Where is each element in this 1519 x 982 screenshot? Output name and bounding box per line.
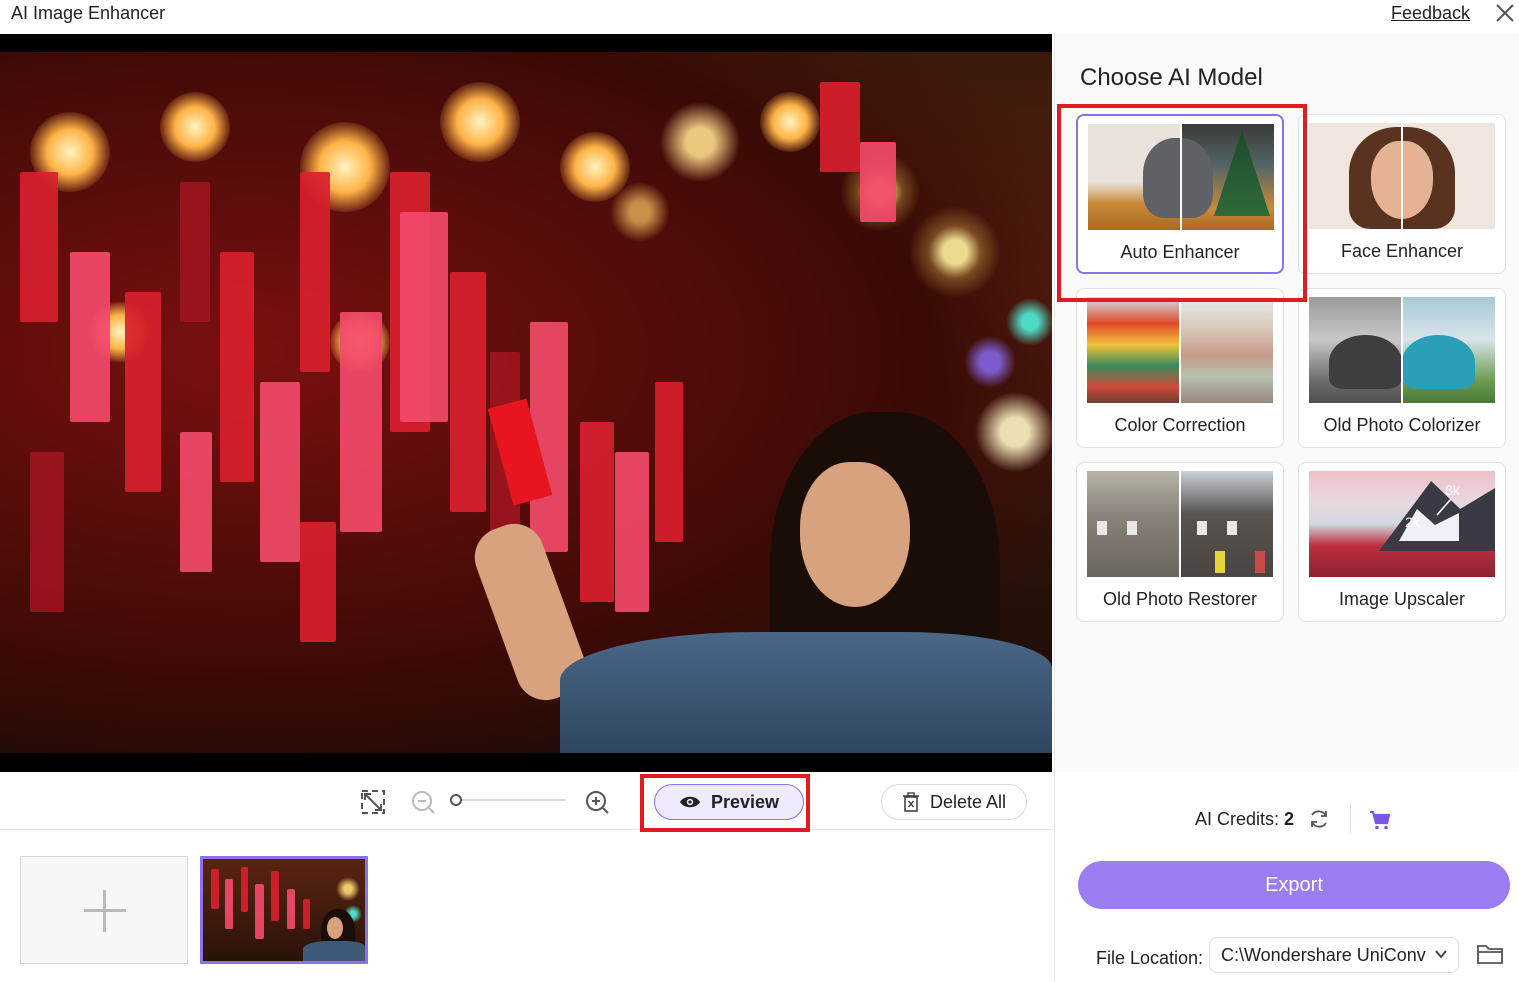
file-location-label: File Location: xyxy=(1096,948,1204,968)
zoom-slider-handle[interactable] xyxy=(450,794,462,806)
add-image-button[interactable] xyxy=(20,856,188,964)
export-button[interactable]: Export xyxy=(1078,861,1510,909)
old-photo-restorer-thumbnail xyxy=(1087,471,1273,577)
ai-credits-value: 2 xyxy=(1284,809,1295,829)
color-correction-thumbnail xyxy=(1087,297,1273,403)
auto-enhancer-highlight-box xyxy=(1057,104,1307,302)
file-location-select[interactable]: C:\Wondershare UniConv xyxy=(1209,937,1459,973)
face-enhancer-thumbnail xyxy=(1309,123,1495,229)
image-thumbnail[interactable] xyxy=(200,856,368,964)
image-viewer xyxy=(0,34,1052,772)
eye-icon xyxy=(679,796,700,808)
preview-button[interactable]: Preview xyxy=(654,784,804,820)
cart-icon[interactable] xyxy=(1368,808,1392,832)
viewer-toolbar: Preview Delete All xyxy=(0,772,1052,832)
model-label-color-correction: Color Correction xyxy=(1114,415,1246,435)
model-card-old-photo-restorer[interactable]: Old Photo Restorer xyxy=(1076,462,1284,622)
chevron-down-icon xyxy=(1433,946,1449,962)
model-label-face-enhancer: Face Enhancer xyxy=(1340,241,1464,261)
zoom-out-icon[interactable] xyxy=(409,788,437,816)
delete-all-button[interactable]: Delete All xyxy=(881,784,1027,820)
old-photo-colorizer-thumbnail xyxy=(1309,297,1495,403)
close-icon[interactable] xyxy=(1494,2,1516,24)
refresh-icon[interactable] xyxy=(1308,808,1330,830)
image-upscaler-thumbnail: 8k 2k xyxy=(1309,471,1495,577)
trash-icon xyxy=(902,792,919,812)
delete-all-label: Delete All xyxy=(929,791,1007,812)
model-label-image-upscaler: Image Upscaler xyxy=(1338,589,1466,609)
model-label-old-photo-restorer: Old Photo Restorer xyxy=(1102,589,1258,609)
model-card-image-upscaler[interactable]: 8k 2k Image Upscaler xyxy=(1298,462,1506,622)
ai-credits-label: AI Credits: xyxy=(1195,809,1280,829)
model-card-face-enhancer[interactable]: Face Enhancer xyxy=(1298,114,1506,274)
app-title: AI Image Enhancer xyxy=(11,3,166,23)
preview-label: Preview xyxy=(710,791,780,812)
choose-model-heading: Choose AI Model xyxy=(1080,64,1263,91)
model-card-old-photo-colorizer[interactable]: Old Photo Colorizer xyxy=(1298,288,1506,448)
upscaler-badge-2k: 2k xyxy=(1405,514,1421,530)
model-label-old-photo-colorizer: Old Photo Colorizer xyxy=(1323,415,1481,435)
upscaler-badge-8k: 8k xyxy=(1445,482,1461,498)
feedback-link[interactable]: Feedback xyxy=(1391,3,1470,24)
fit-screen-icon[interactable] xyxy=(359,788,387,816)
title-bar: AI Image Enhancer Feedback xyxy=(0,0,1519,34)
model-card-color-correction[interactable]: Color Correction xyxy=(1076,288,1284,448)
main-photo xyxy=(0,52,1052,753)
zoom-in-icon[interactable] xyxy=(583,788,611,816)
folder-icon[interactable] xyxy=(1476,942,1504,966)
zoom-slider-track[interactable] xyxy=(455,799,565,801)
